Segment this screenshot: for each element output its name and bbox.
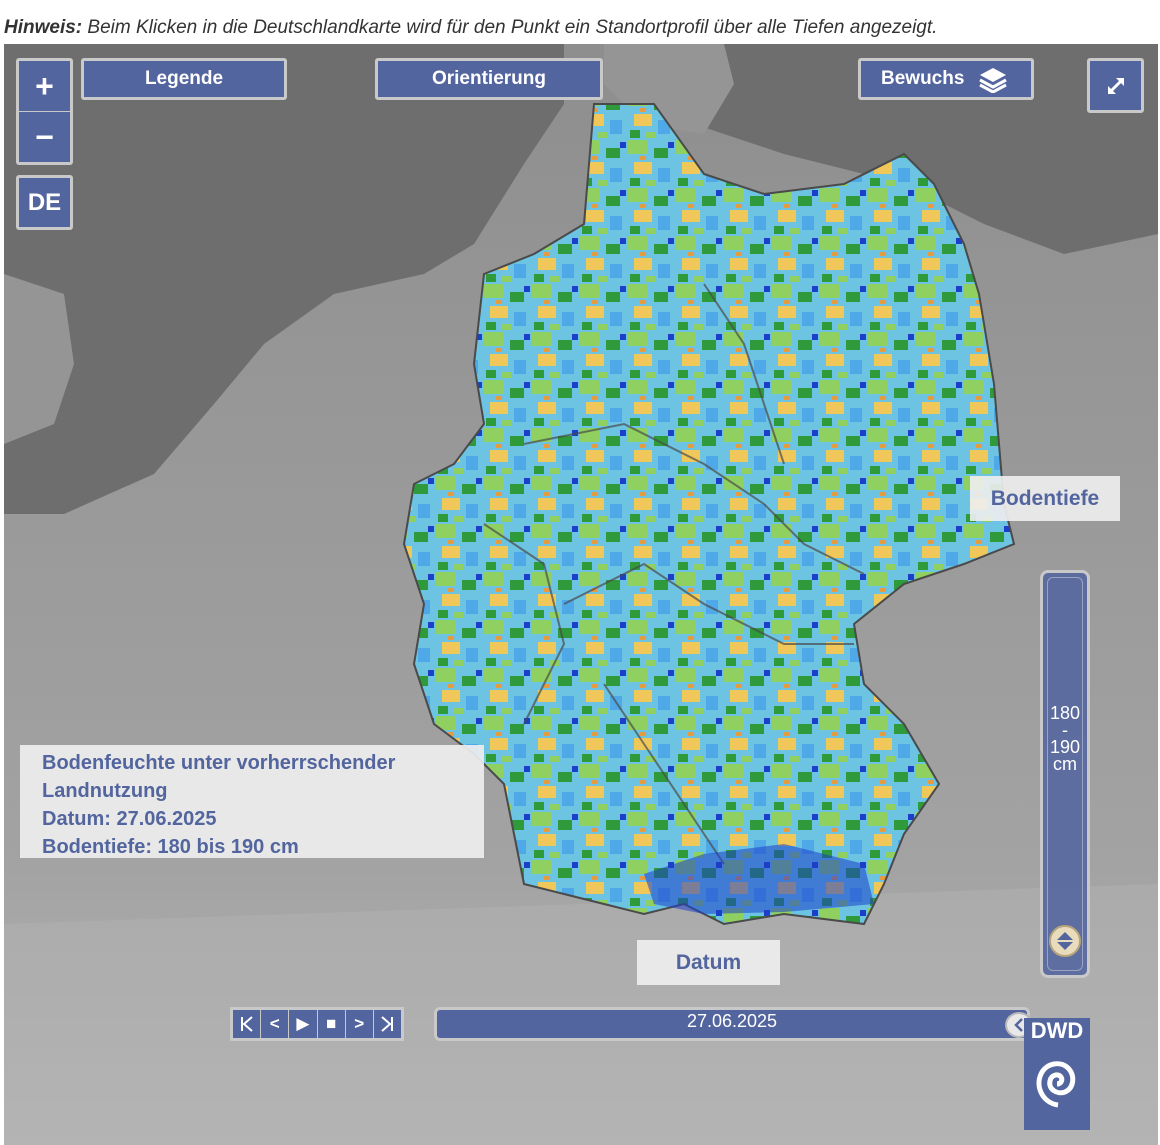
- date-label: Datum: [637, 940, 780, 985]
- play-button[interactable]: ▶: [289, 1010, 318, 1038]
- zoom-in-button[interactable]: +: [19, 61, 70, 111]
- previous-frame-button[interactable]: <: [261, 1010, 290, 1038]
- zoom-out-button[interactable]: −: [19, 112, 70, 162]
- stop-button[interactable]: ■: [318, 1010, 346, 1038]
- info-depth: Bodentiefe: 180 bis 190 cm: [42, 836, 299, 858]
- orientation-button[interactable]: Orientierung: [375, 58, 603, 100]
- player-controls: < ▶ ■ >: [230, 1007, 404, 1041]
- hint-body: Beim Klicken in die Deutschlandkarte wir…: [82, 17, 938, 38]
- date-slider[interactable]: 27.06.2025: [434, 1007, 1033, 1041]
- region-button[interactable]: DE: [16, 175, 73, 230]
- layers-icon: [979, 68, 1008, 93]
- depth-unit: cm: [1053, 754, 1077, 774]
- basemap: [4, 44, 1158, 1145]
- skip-last-icon: [381, 1016, 394, 1032]
- vegetation-label: Bewuchs: [881, 68, 965, 89]
- vegetation-button[interactable]: Bewuchs: [858, 58, 1034, 100]
- hint-text: Hinweis: Beim Klicken in die Deutschland…: [4, 17, 937, 39]
- info-box: Bodenfeuchte unter vorherrschender Landn…: [20, 745, 484, 858]
- depth-label: Bodentiefe: [970, 476, 1120, 521]
- dwd-logo-text: DWD: [1030, 1018, 1084, 1043]
- depth-value: 180 - 190 cm: [1043, 704, 1087, 774]
- soil-moisture-map[interactable]: + − DE Legende Orientierung Bewuchs Bode…: [4, 44, 1158, 1145]
- fullscreen-button[interactable]: [1087, 58, 1144, 113]
- dwd-logo: DWD: [1024, 1018, 1090, 1130]
- next-frame-button[interactable]: >: [346, 1010, 374, 1038]
- up-down-arrow-icon: [1057, 932, 1073, 950]
- skip-first-icon: [240, 1016, 253, 1032]
- zoom-control: + −: [16, 58, 73, 165]
- legend-button[interactable]: Legende: [81, 58, 287, 100]
- date-value: 27.06.2025: [686, 1011, 778, 1031]
- depth-slider-handle[interactable]: [1049, 925, 1081, 957]
- info-title-line2: Landnutzung: [42, 780, 168, 802]
- depth-slider[interactable]: 180 - 190 cm: [1040, 570, 1090, 978]
- hint-label: Hinweis:: [4, 17, 83, 38]
- info-title-line1: Bodenfeuchte unter vorherrschender: [42, 752, 396, 774]
- last-frame-button[interactable]: [374, 1010, 401, 1038]
- spiral-icon: [1036, 1061, 1076, 1108]
- info-date: Datum: 27.06.2025: [42, 808, 217, 830]
- depth-slider-track: [1047, 577, 1083, 971]
- expand-icon: [1107, 77, 1124, 94]
- first-frame-button[interactable]: [233, 1010, 262, 1038]
